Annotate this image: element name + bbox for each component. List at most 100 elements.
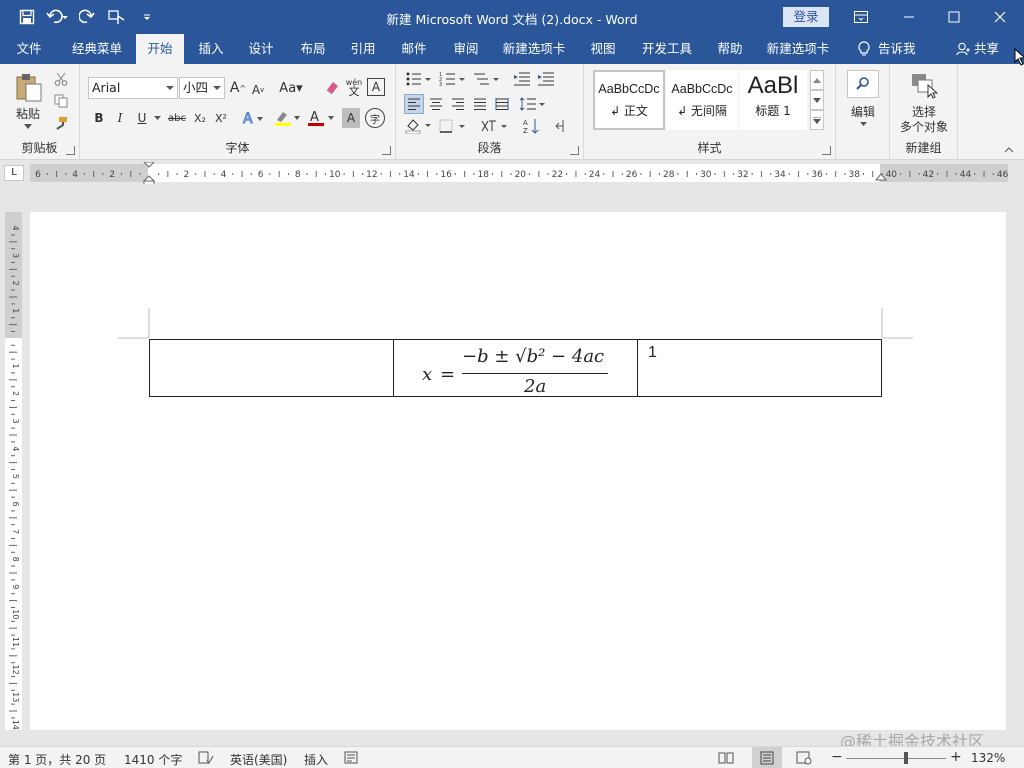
format-painter-icon[interactable]	[52, 114, 70, 132]
web-layout-icon[interactable]	[796, 751, 812, 768]
style-normal[interactable]: AaBbCcDc ↲ 正文	[593, 70, 665, 130]
decrease-indent-icon[interactable]	[512, 70, 532, 88]
login-button[interactable]: 登录	[783, 7, 829, 27]
save-icon[interactable]	[14, 6, 40, 28]
clipboard-launcher-icon[interactable]	[66, 146, 75, 155]
proofing-icon[interactable]	[198, 751, 214, 768]
customize-qat-icon[interactable]	[134, 6, 160, 28]
tab-file[interactable]: 文件	[8, 34, 50, 64]
ribbon-display-options-icon[interactable]	[838, 0, 884, 34]
change-case-icon[interactable]: Aa ▾	[279, 78, 303, 98]
copy-icon[interactable]	[52, 92, 70, 110]
style-no-spacing[interactable]: AaBbCcDc ↲ 无间隔	[666, 70, 738, 130]
touch-mode-icon[interactable]	[104, 6, 130, 28]
style-heading-1[interactable]: AaBl 标题 1	[739, 70, 807, 130]
table-cell-formula[interactable]: x = −b ± √b² − 4ac 2a	[393, 339, 638, 397]
tab-design[interactable]: 设计	[240, 34, 282, 64]
bold-icon[interactable]: B	[90, 108, 108, 128]
styles-scroll-up-icon[interactable]	[810, 70, 824, 90]
styles-launcher-icon[interactable]	[822, 146, 831, 155]
select-objects-label-line2[interactable]: 多个对象	[890, 119, 958, 134]
paste-icon[interactable]	[10, 70, 46, 104]
styles-more-icon[interactable]	[810, 110, 824, 130]
strikethrough-icon[interactable]: abc	[165, 108, 189, 128]
multilevel-list-icon[interactable]	[472, 70, 502, 88]
language[interactable]: 英语(美国)	[230, 751, 287, 768]
page-count[interactable]: 第 1 页，共 20 页	[8, 751, 106, 768]
line-spacing-icon[interactable]	[518, 94, 548, 114]
zoom-in-icon[interactable]: +	[950, 749, 962, 765]
insert-mode[interactable]: 插入	[304, 751, 328, 768]
macro-recording-icon[interactable]	[344, 751, 360, 768]
select-objects-label-line1[interactable]: 选择	[890, 104, 958, 119]
align-left-icon[interactable]	[404, 94, 424, 114]
numbering-icon[interactable]: 123	[438, 70, 468, 88]
tab-references[interactable]: 引用	[342, 34, 384, 64]
enclose-characters-icon[interactable]: 字	[365, 108, 385, 128]
tab-help[interactable]: 帮助	[709, 34, 751, 64]
search-icon[interactable]	[847, 70, 879, 98]
tab-view[interactable]: 视图	[582, 34, 624, 64]
tab-layout[interactable]: 布局	[292, 34, 334, 64]
increase-indent-icon[interactable]	[536, 70, 556, 88]
right-indent-marker[interactable]	[874, 172, 888, 186]
clear-formatting-icon[interactable]	[323, 78, 341, 98]
highlight-icon[interactable]	[272, 108, 302, 128]
tab-home[interactable]: 开始	[136, 34, 184, 64]
print-layout-icon[interactable]	[752, 747, 782, 768]
cut-icon[interactable]	[52, 70, 70, 88]
underline-icon[interactable]: U	[133, 108, 151, 128]
first-line-indent-marker[interactable]	[142, 161, 156, 187]
select-objects-icon[interactable]	[908, 70, 940, 100]
underline-dropdown-icon[interactable]	[152, 112, 162, 124]
font-name-combo[interactable]: Arial	[88, 77, 178, 99]
collapse-ribbon-icon[interactable]	[1002, 144, 1016, 156]
chinese-layout-icon[interactable]	[480, 116, 510, 136]
tab-mailings[interactable]: 邮件	[393, 34, 435, 64]
tab-classic-menu[interactable]: 经典菜单	[64, 34, 130, 64]
table-cell[interactable]: 1	[637, 339, 882, 397]
tab-developer[interactable]: 开发工具	[636, 34, 698, 64]
subscript-icon[interactable]: X₂	[190, 108, 210, 128]
bullets-icon[interactable]	[404, 70, 434, 88]
undo-icon[interactable]	[44, 6, 70, 28]
italic-icon[interactable]: I	[111, 108, 129, 128]
font-launcher-icon[interactable]	[382, 146, 391, 155]
shading-icon[interactable]	[404, 116, 434, 136]
character-shading-icon[interactable]: A	[342, 108, 360, 128]
zoom-out-icon[interactable]: −	[831, 749, 843, 765]
character-border-icon[interactable]: A	[367, 78, 385, 96]
editing-dropdown-icon[interactable]	[857, 120, 869, 128]
document-page[interactable]: x = −b ± √b² − 4ac 2a 1	[30, 212, 1006, 730]
horizontal-ruler[interactable]: 6 4 2 2 4 6 8 10 12 14 16 18 20 22 24 26 28 30 32 34 36 38 40 4…	[30, 161, 1008, 187]
read-mode-icon[interactable]	[718, 751, 734, 768]
font-color-icon[interactable]: A	[306, 108, 336, 128]
justify-icon[interactable]	[470, 94, 490, 114]
minimize-icon[interactable]	[886, 0, 932, 34]
show-formatting-marks-icon[interactable]	[552, 116, 572, 136]
sort-icon[interactable]: AZ	[522, 116, 542, 136]
align-center-icon[interactable]	[426, 94, 446, 114]
borders-icon[interactable]	[438, 116, 468, 136]
editing-label[interactable]: 编辑	[840, 104, 886, 119]
superscript-icon[interactable]: X²	[211, 108, 231, 128]
zoom-slider-thumb[interactable]	[904, 752, 908, 764]
zoom-slider[interactable]	[846, 758, 946, 759]
table-cell[interactable]	[149, 339, 394, 397]
redo-icon[interactable]	[74, 6, 100, 28]
maximize-icon[interactable]	[931, 0, 977, 34]
tab-selector[interactable]: L	[4, 165, 24, 181]
close-icon[interactable]	[977, 0, 1023, 34]
paragraph-launcher-icon[interactable]	[570, 146, 579, 155]
paste-dropdown-icon[interactable]	[22, 122, 34, 130]
align-right-icon[interactable]	[448, 94, 468, 114]
zoom-level[interactable]: 132%	[971, 751, 1005, 765]
styles-scroll-down-icon[interactable]	[810, 90, 824, 110]
text-effects-icon[interactable]: A	[240, 108, 266, 128]
shrink-font-icon[interactable]: Av	[249, 80, 267, 100]
phonetic-guide-icon[interactable]: wén 文	[344, 76, 364, 98]
font-size-combo[interactable]: 小四	[179, 77, 225, 99]
vertical-ruler[interactable]: 4 3 2 1 1 2 3 4 5 6 7 8 9 10 11 12 13 14	[5, 212, 22, 730]
tell-me-box[interactable]: 告诉我	[858, 34, 916, 64]
grow-font-icon[interactable]: A ^	[229, 78, 247, 98]
